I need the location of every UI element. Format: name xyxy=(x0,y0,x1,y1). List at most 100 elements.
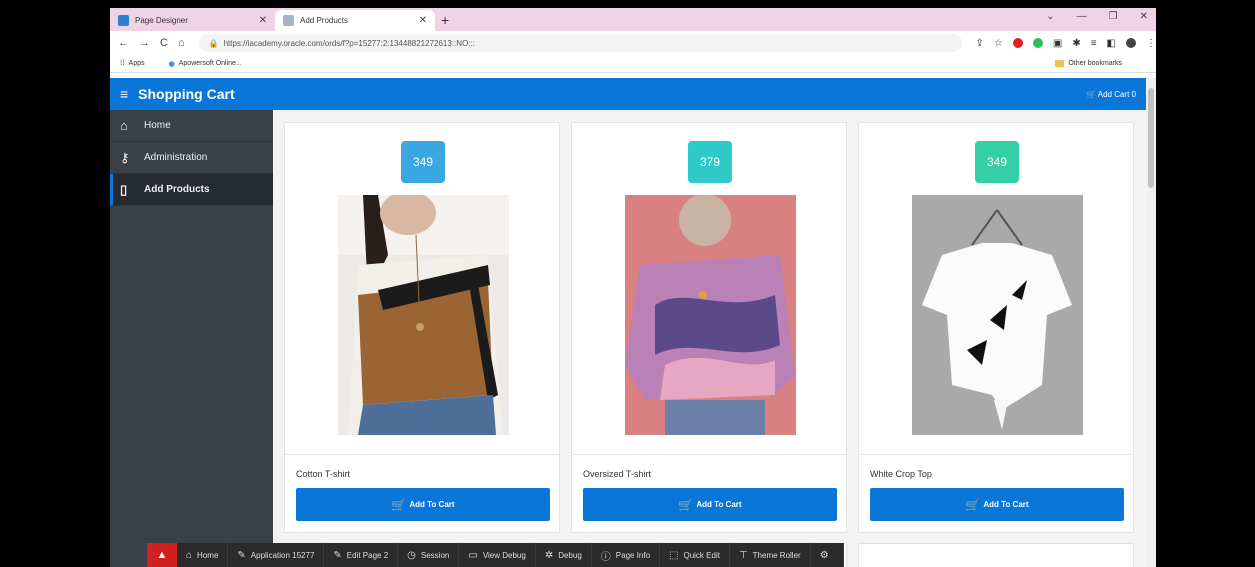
sidebar-item-label: Home xyxy=(144,120,171,131)
sidebar-item-add-products[interactable]: ▯ Add Products xyxy=(110,174,273,206)
button-label: Add To Cart xyxy=(409,500,455,509)
product-image xyxy=(912,195,1083,435)
devbar-label: Page Info xyxy=(615,550,651,560)
add-to-cart-button[interactable]: 🛒 Add To Cart xyxy=(296,488,550,521)
devbar-label: Theme Roller xyxy=(752,550,801,560)
edit-icon: ✎ xyxy=(237,549,246,561)
minimize-icon[interactable]: — xyxy=(1077,11,1087,22)
close-icon[interactable]: ✕ xyxy=(259,15,267,26)
price-badge: 349 xyxy=(401,141,445,183)
reload-icon[interactable]: C xyxy=(160,37,168,49)
scrollbar-thumb[interactable] xyxy=(1148,88,1154,188)
cart-icon: 🛒 xyxy=(1086,89,1096,99)
close-window-icon[interactable]: ✕ xyxy=(1140,11,1148,22)
opera-icon[interactable] xyxy=(1012,38,1023,48)
maximize-icon[interactable]: ❐ xyxy=(1109,11,1118,22)
card-divider xyxy=(572,454,846,455)
home-icon: ⌂ xyxy=(120,118,128,133)
button-label: Add To Cart xyxy=(983,500,1029,509)
developer-toolbar: ▲ ⌂ Home ✎ Application 15277 ✎ Edit Page 2 … xyxy=(147,543,844,567)
edit-icon: ✎ xyxy=(333,549,342,561)
devbar-application-button[interactable]: ✎ Application 15277 xyxy=(228,543,325,567)
sidepanel-icon[interactable]: ◧ xyxy=(1107,38,1116,49)
warning-icon[interactable]: ▲ xyxy=(147,543,177,567)
sidebar-item-home[interactable]: ⌂ Home xyxy=(110,110,273,142)
address-bar-row: ← → C ⌂ 🔒 https://iacademy.oracle.com/or… xyxy=(110,31,1156,55)
add-to-cart-button[interactable]: 🛒 Add To Cart xyxy=(583,488,837,521)
puzzle-icon[interactable]: ✱ xyxy=(1072,38,1080,49)
sidebar-item-label: Add Products xyxy=(144,184,210,195)
devbar-label: Quick Edit xyxy=(683,550,720,560)
other-bookmarks-label: Other bookmarks xyxy=(1068,60,1122,67)
copy-icon[interactable]: ▣ xyxy=(1053,38,1062,49)
devbar-theme-roller-button[interactable]: ⊤ Theme Roller xyxy=(730,543,811,567)
devbar-settings-button[interactable]: ⚙ xyxy=(811,543,844,567)
price-badge: 379 xyxy=(688,141,732,183)
lock-icon: 🔒 xyxy=(208,38,219,48)
url-input[interactable]: 🔒 https://iacademy.oracle.com/ords/f?p=1… xyxy=(198,34,962,52)
paint-roller-icon: ⊤ xyxy=(738,549,748,561)
share-icon[interactable]: ⇪ xyxy=(976,38,984,49)
window-icon: ▭ xyxy=(468,549,478,561)
star-icon[interactable]: ☆ xyxy=(994,38,1003,49)
app-title[interactable]: Shopping Cart xyxy=(138,86,234,102)
product-card-partial xyxy=(858,543,1134,567)
product-name: Cotton T-shirt xyxy=(296,469,350,479)
devbar-label: Debug xyxy=(558,550,582,560)
apps-grid-icon: ⁞⁞ xyxy=(120,60,125,67)
price-badge: 349 xyxy=(975,141,1019,183)
clock-icon: ◷ xyxy=(407,549,416,561)
scrollbar[interactable] xyxy=(1146,78,1156,567)
product-image xyxy=(625,195,796,435)
info-icon: ⓘ xyxy=(600,551,611,563)
devbar-quick-edit-button[interactable]: ⬚ Quick Edit xyxy=(660,543,730,567)
add-to-cart-button[interactable]: 🛒 Add To Cart xyxy=(870,488,1124,521)
tab-add-products[interactable]: Add Products ✕ xyxy=(275,10,435,31)
tab-label: Page Designer xyxy=(135,16,188,25)
product-name: White Crop Top xyxy=(870,469,932,479)
devbar-debug-button[interactable]: ✲ Debug xyxy=(536,543,592,567)
bookmark-label: Apowersoft Online... xyxy=(178,60,242,67)
devbar-page-info-button[interactable]: ⓘ Page Info xyxy=(592,543,661,567)
product-card: 379 Oversized T-shirt 🛒 Add To Cart xyxy=(571,122,847,533)
tab-label: Add Products xyxy=(300,16,349,25)
devbar-edit-page-button[interactable]: ✎ Edit Page 2 xyxy=(324,543,399,567)
button-label: Add To Cart xyxy=(696,500,742,509)
url-text: https://iacademy.oracle.com/ords/f?p=152… xyxy=(223,38,475,48)
devbar-label: View Debug xyxy=(482,550,526,560)
gear-icon: ⚙ xyxy=(819,549,829,561)
key-icon: ⚷ xyxy=(120,149,130,165)
devbar-view-debug-button[interactable]: ▭ View Debug xyxy=(459,543,536,567)
forward-icon[interactable]: → xyxy=(139,37,150,49)
products-region: 349 Cotton T-shirt 🛒 Add To Cart 379 Ove… xyxy=(273,110,1146,567)
cart-add-icon: 🛒 xyxy=(391,497,407,512)
browser-window: Page Designer ✕ Add Products ✕ + ⌄ — ❐ ✕… xyxy=(110,8,1156,567)
card-divider xyxy=(859,454,1133,455)
folder-icon xyxy=(1055,60,1065,67)
page-designer-icon xyxy=(118,15,129,26)
card-divider xyxy=(285,454,559,455)
quick-edit-icon: ⬚ xyxy=(669,549,679,561)
new-tab-icon[interactable]: + xyxy=(441,10,449,31)
file-icon: ▯ xyxy=(120,181,128,197)
product-card: 349 Cotton T-shirt 🛒 Add To Cart xyxy=(284,122,560,533)
tab-page-designer[interactable]: Page Designer ✕ xyxy=(110,10,275,31)
avatar[interactable] xyxy=(1126,38,1136,48)
devbar-session-button[interactable]: ◷ Session xyxy=(398,543,460,567)
sidebar-item-administration[interactable]: ⚷ Administration xyxy=(110,142,273,174)
bookmark-apowersoft[interactable]: ◉ Apowersoft Online... xyxy=(169,60,254,68)
extension-icon[interactable] xyxy=(1032,38,1043,48)
add-cart-link[interactable]: 🛒 Add Cart 0 xyxy=(1086,90,1136,99)
queue-icon[interactable]: ≡ xyxy=(1091,38,1097,49)
back-icon[interactable]: ← xyxy=(118,37,129,49)
cart-add-icon: 🛒 xyxy=(678,497,694,512)
menu-icon[interactable]: ⋮ xyxy=(1146,38,1156,49)
close-icon[interactable]: ✕ xyxy=(419,15,427,26)
chevron-down-icon[interactable]: ⌄ xyxy=(1046,11,1054,22)
devbar-label: Application 15277 xyxy=(250,550,315,560)
devbar-home-button[interactable]: ⌂ Home xyxy=(177,543,229,567)
other-bookmarks[interactable]: Other bookmarks xyxy=(1055,60,1134,67)
bookmark-apps[interactable]: ⁞⁞ Apps xyxy=(120,60,157,67)
hamburger-icon[interactable]: ≡ xyxy=(120,86,128,102)
home-icon[interactable]: ⌂ xyxy=(178,37,185,49)
